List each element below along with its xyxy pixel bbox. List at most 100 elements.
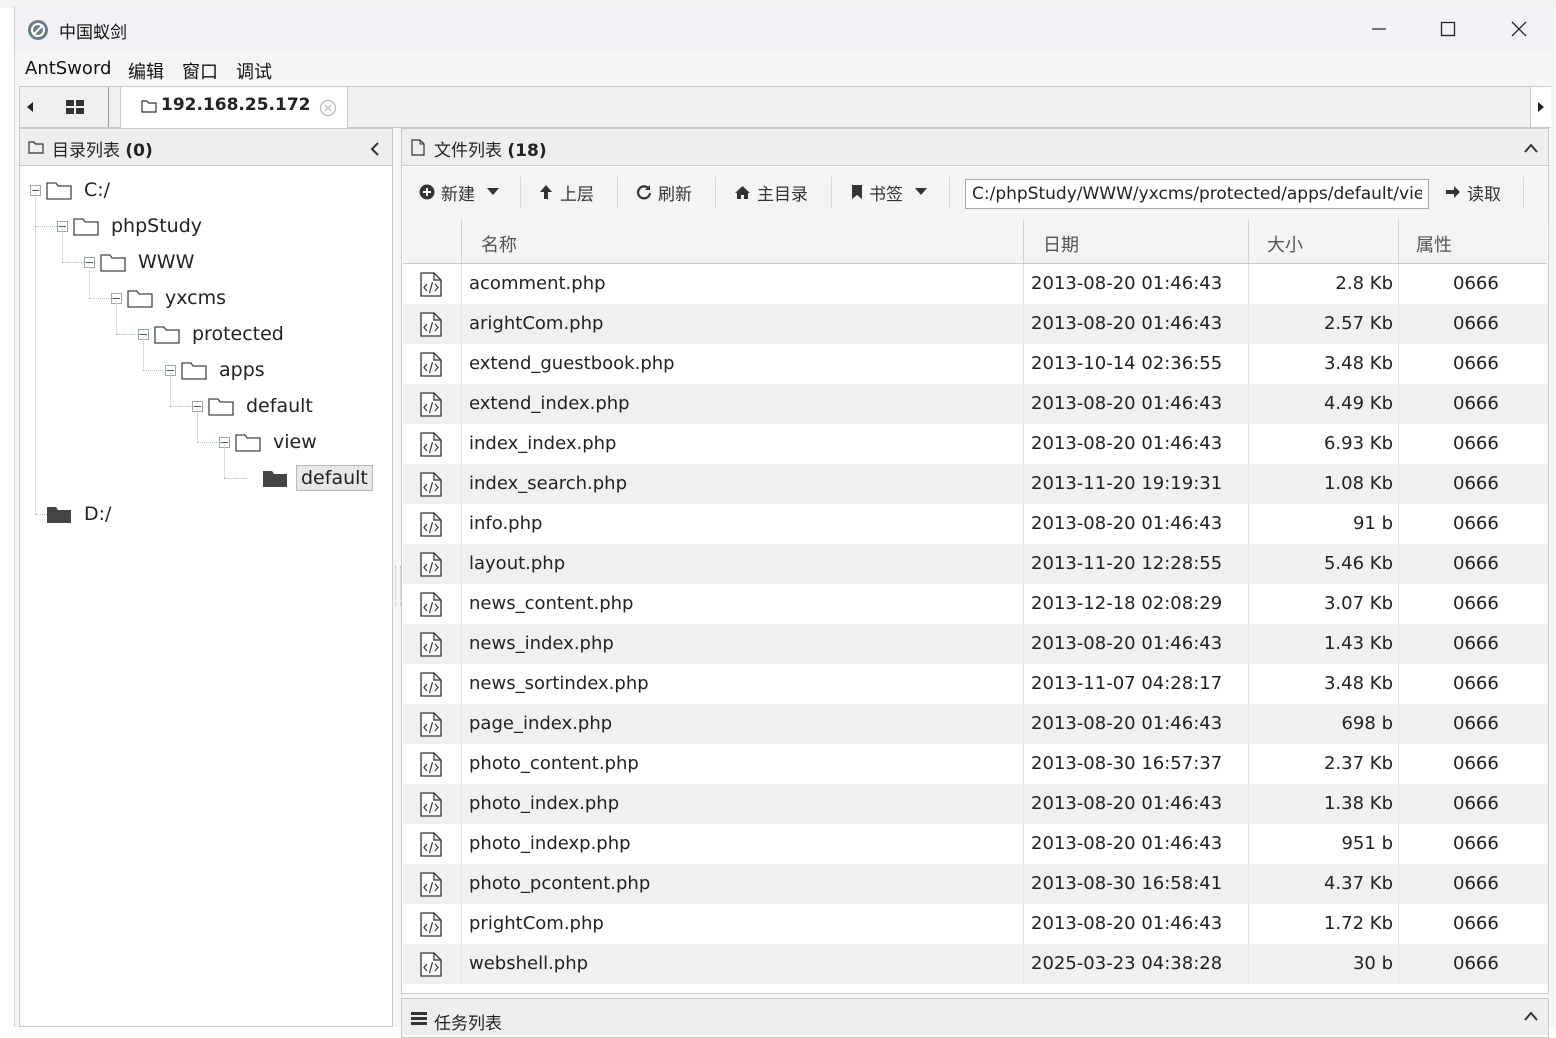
file-date: 2013-08-30 16:58:41 [1031,873,1223,894]
menu-antsword[interactable]: AntSword [25,58,111,79]
column-divider[interactable] [1398,219,1399,263]
column-divider[interactable] [1248,219,1249,263]
file-row[interactable]: extend_index.php 2013-08-20 01:46:43 4.49 … [403,384,1548,424]
column-divider[interactable] [1023,219,1024,263]
file-panel: 文件列表 (18) 新建 上层 刷新 主目录 书签 C:/phpStudy/WW… [401,128,1549,994]
file-row[interactable]: info.php 2013-08-20 01:46:43 91 b 0666 [403,504,1548,544]
folder-open-icon [100,254,126,272]
file-row[interactable]: extend_guestbook.php 2013-10-14 02:36:55 3… [403,344,1548,384]
tree-node[interactable]: view [235,429,321,455]
folder-closed-icon [263,471,287,487]
refresh-button[interactable]: 刷新 [636,180,692,205]
file-row[interactable]: page_index.php 2013-08-20 01:46:43 698 b 06… [403,704,1548,744]
minimize-button[interactable] [1349,14,1409,44]
file-row[interactable]: news_sortindex.php 2013-11-07 04:28:17 3.4… [403,664,1548,704]
folder-open-icon [208,398,234,416]
tree-node-label: C:/ [84,179,111,201]
file-row[interactable]: webshell.php 2025-03-23 04:38:28 30 b 0666 [403,944,1548,984]
tree-node[interactable]: protected [154,321,288,347]
tree-node[interactable]: C:/ [46,177,114,203]
tree-connector [224,445,225,478]
tree-connector [89,298,113,299]
file-size: 5.46 Kb [1323,553,1393,574]
cell-divider [1023,704,1024,744]
file-size: 951 b [1341,833,1393,854]
php-file-icon [420,552,442,577]
tree-node[interactable]: default [208,393,317,419]
file-panel-title: 文件列表 (18) [434,141,547,161]
file-row[interactable]: news_content.php 2013-12-18 02:08:29 3.07 … [403,584,1548,624]
file-row[interactable]: arightCom.php 2013-08-20 01:46:43 2.57 Kb 0… [403,304,1548,344]
file-date: 2013-08-20 01:46:43 [1031,393,1223,414]
tree-connector [35,226,59,227]
file-row[interactable]: photo_content.php 2013-08-30 16:57:37 2.37… [403,744,1548,784]
tab-close-icon[interactable] [319,99,337,117]
path-input[interactable] [965,179,1429,209]
cell-divider [1248,424,1249,464]
close-button[interactable] [1489,14,1549,44]
cell-divider [461,424,462,464]
php-file-icon [420,912,442,937]
file-size: 2.57 Kb [1323,313,1393,334]
tree-node[interactable]: phpStudy [73,213,206,239]
caret-left-icon [27,102,33,112]
chevron-up-icon[interactable] [1524,143,1538,153]
cell-divider [1398,424,1399,464]
file-name: info.php [469,513,543,534]
file-size: 3.48 Kb [1323,673,1393,694]
file-name: news_content.php [469,593,634,614]
tab-host[interactable]: 192.168.25.172 [120,87,348,128]
file-perm: 0666 [1453,833,1499,854]
bookmark-button[interactable]: 书签 [851,180,927,205]
file-row[interactable]: photo_indexp.php 2013-08-20 01:46:43 951 b… [403,824,1548,864]
file-row[interactable]: index_index.php 2013-08-20 01:46:43 6.93 K… [403,424,1548,464]
collapse-left-icon[interactable] [370,142,380,156]
tree-node[interactable]: apps [181,357,269,383]
tree-node[interactable]: yxcms [127,285,230,311]
up-level-button[interactable]: 上层 [538,180,594,205]
cell-divider [1248,864,1249,904]
toolbar-divider [831,177,832,209]
tab-scroll-right[interactable] [1530,87,1551,127]
menu-debug[interactable]: 调试 [236,58,272,84]
file-perm: 0666 [1453,673,1499,694]
file-row[interactable]: prightCom.php 2013-08-20 01:46:43 1.72 Kb 0… [403,904,1548,944]
menu-window[interactable]: 窗口 [182,58,218,84]
new-button[interactable]: 新建 [419,180,499,205]
column-perm-header[interactable]: 属性 [1416,231,1452,257]
toolbar-divider [715,177,716,209]
cell-divider [1398,864,1399,904]
file-row[interactable]: news_index.php 2013-08-20 01:46:43 1.43 Kb… [403,624,1548,664]
column-name-header[interactable]: 名称 [481,231,517,257]
read-button[interactable]: 读取 [1445,180,1501,205]
column-size-header[interactable]: 大小 [1267,231,1303,257]
file-date: 2013-11-07 04:28:17 [1031,673,1223,694]
cell-divider [1023,624,1024,664]
tree-node[interactable]: D:/ [46,501,115,527]
file-row[interactable]: photo_index.php 2013-08-20 01:46:43 1.38 K… [403,784,1548,824]
cell-divider [461,464,462,504]
chevron-up-icon[interactable] [1524,1011,1538,1021]
tab-scroll-left[interactable] [20,87,40,127]
tree-node[interactable]: default [262,465,373,491]
home-icon [735,185,750,199]
home-dir-button[interactable]: 主目录 [734,180,808,205]
file-perm: 0666 [1453,313,1499,334]
file-perm: 0666 [1453,913,1499,934]
file-row[interactable]: acomment.php 2013-08-20 01:46:43 2.8 Kb 066… [403,264,1548,304]
file-row[interactable]: layout.php 2013-11-20 12:28:55 5.46 Kb 0666 [403,544,1548,584]
menu-edit[interactable]: 编辑 [128,58,164,84]
tab-home-grid[interactable] [42,87,109,127]
tab-host-label: 192.168.25.172 [161,95,311,115]
file-row[interactable]: index_search.php 2013-11-20 19:19:31 1.08 … [403,464,1548,504]
folder-open-icon [181,362,207,380]
cell-divider [461,624,462,664]
tree-node[interactable]: WWW [100,249,198,275]
folder-open-icon [127,290,153,308]
php-file-icon [420,392,442,417]
file-row[interactable]: photo_pcontent.php 2013-08-30 16:58:41 4.3… [403,864,1548,904]
maximize-button[interactable] [1418,14,1478,44]
cell-divider [1248,464,1249,504]
cell-divider [1398,264,1399,304]
column-date-header[interactable]: 日期 [1043,231,1079,257]
